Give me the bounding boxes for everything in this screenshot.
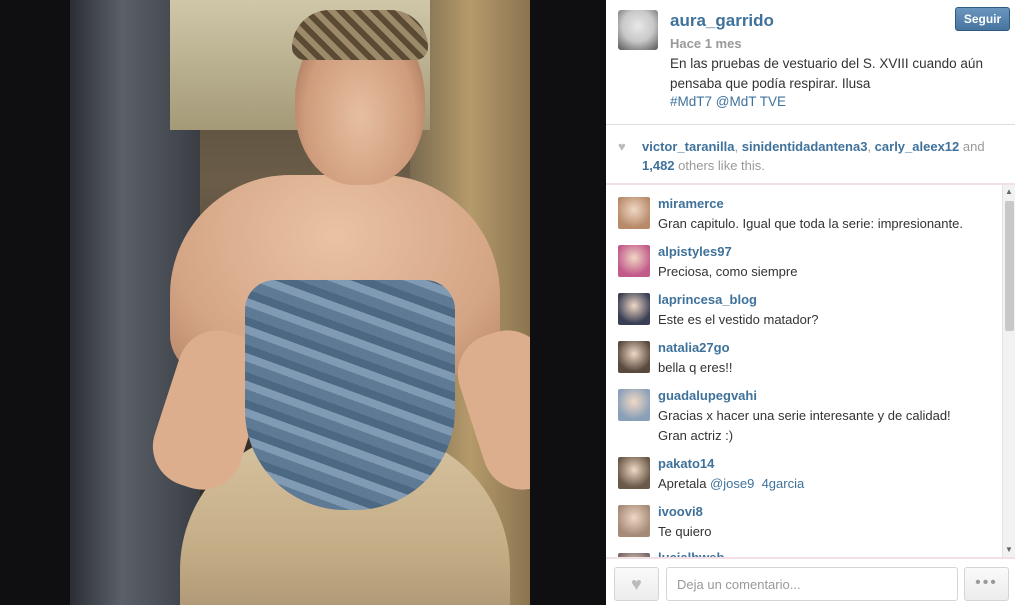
likes-text: victor_taranilla, sinidentidadantena3, c…	[642, 139, 985, 173]
caption-line-2: pensaba que podía respirar. Ilusa	[670, 76, 871, 91]
likes-count[interactable]: 1,482	[642, 158, 675, 173]
comment-text: Este es el vestido matador?	[658, 312, 819, 327]
avatar[interactable]	[618, 389, 650, 421]
comment-username[interactable]: laprincesa_blog	[658, 292, 757, 307]
liker-2[interactable]: sinidentidadantena3	[742, 139, 868, 154]
comment-text-line: Gran actriz :)	[658, 428, 734, 443]
comment-username[interactable]: natalia27go	[658, 340, 730, 355]
avatar[interactable]	[618, 197, 650, 229]
heart-icon: ♥	[618, 139, 626, 154]
comment-text-prefix: Apretala	[658, 476, 707, 491]
comment-text: Preciosa, como siempre	[658, 264, 798, 279]
owner-avatar[interactable]	[618, 10, 658, 50]
comment-input[interactable]	[666, 567, 958, 601]
avatar[interactable]	[618, 293, 650, 325]
comment-text: bella q eres!!	[658, 360, 733, 375]
caption-line-1: En las pruebas de vestuario del S. XVIII…	[670, 56, 983, 71]
comments-list: miramerce Gran capitulo. Igual que toda …	[606, 185, 1004, 557]
arrow-up-icon[interactable]: ▲	[1003, 185, 1015, 199]
avatar[interactable]	[618, 505, 650, 537]
photo-headscarf	[292, 10, 428, 60]
avatar[interactable]	[618, 341, 650, 373]
comment-text: Gran capitulo. Igual que toda la serie: …	[658, 216, 963, 231]
avatar[interactable]	[618, 245, 650, 277]
comment-username[interactable]: miramerce	[658, 196, 724, 211]
arrow-down-icon[interactable]: ▼	[1003, 543, 1015, 557]
photo-corset	[245, 280, 455, 510]
mention-link[interactable]: 4garcia	[762, 476, 805, 491]
comment-username[interactable]: alpistyles97	[658, 244, 732, 259]
photo-panel	[0, 0, 606, 605]
like-button[interactable]: ♥	[614, 567, 659, 601]
post-timestamp: Hace 1 mes	[670, 36, 742, 51]
owner-username[interactable]: aura_garrido	[670, 11, 774, 31]
comments-scrollbar[interactable]: ▲ ▼	[1002, 185, 1015, 557]
likes-others: others like this.	[678, 158, 765, 173]
comment-text-line: Gracias x hacer una serie interesante y …	[658, 408, 951, 423]
mention-link[interactable]: @jose9	[710, 476, 754, 491]
follow-button[interactable]: Seguir	[955, 7, 1010, 31]
likes-and: and	[962, 139, 985, 154]
caption-hashtags[interactable]: #MdT7 @MdT TVE	[670, 94, 786, 109]
comment-username[interactable]: guadalupegvahi	[658, 388, 757, 403]
comment-username[interactable]: ivoovi8	[658, 504, 703, 519]
comment-text: Gracias x hacer una serie interesante y …	[658, 406, 998, 446]
liker-3[interactable]: carly_aleex12	[875, 139, 960, 154]
ellipsis-icon: •••	[975, 574, 998, 591]
instagram-post-view: aura_garrido Hace 1 mes En las pruebas d…	[0, 0, 1015, 605]
scrollbar-thumb[interactable]	[1005, 201, 1014, 331]
likes-section: ♥ victor_taranilla, sinidentidadantena3,…	[606, 125, 1015, 183]
heart-icon: ♥	[631, 574, 642, 594]
avatar[interactable]	[618, 457, 650, 489]
comment-text: Apretala @jose9 4garcia	[658, 474, 998, 494]
post-photo[interactable]	[70, 0, 530, 605]
comment-username[interactable]: lucialbweb	[658, 550, 724, 557]
post-caption: En las pruebas de vestuario del S. XVIII…	[670, 54, 1000, 94]
comment-composer: ♥ •••	[606, 557, 1015, 605]
more-options-button[interactable]: •••	[964, 567, 1009, 601]
liker-1[interactable]: victor_taranilla	[642, 139, 735, 154]
post-header: aura_garrido Hace 1 mes En las pruebas d…	[606, 0, 1015, 130]
comment-text: Te quiero	[658, 524, 712, 539]
post-sidebar: aura_garrido Hace 1 mes En las pruebas d…	[606, 0, 1015, 605]
comment-username[interactable]: pakato14	[658, 456, 714, 471]
